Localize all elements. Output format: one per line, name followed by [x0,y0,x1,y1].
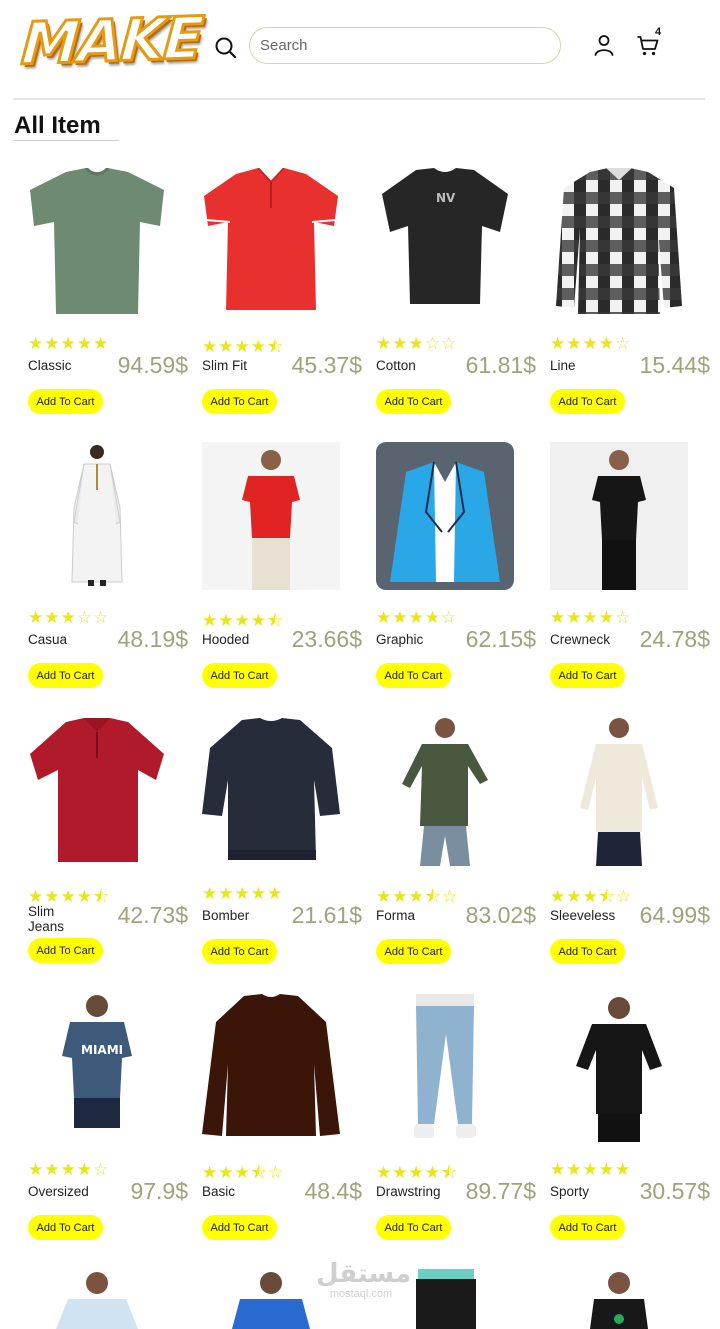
product-card[interactable]: ★★★★⯪ Hooded 23.66$ Add To Cart [202,442,376,712]
product-card[interactable]: ★★★★⯪ Slim Fit 45.37$ Add To Cart [202,168,376,438]
add-to-cart-button[interactable]: Add To Cart [550,1215,625,1240]
product-price: 64.99$ [639,902,710,928]
product-image[interactable] [202,442,340,590]
product-name: Classic [28,358,72,373]
product-image[interactable]: MIAMI [28,994,166,1142]
product-name: Bomber [202,908,250,923]
product-image[interactable]: NV [376,168,514,316]
add-to-cart-button[interactable]: Add To Cart [550,939,625,964]
product-image[interactable] [376,718,514,866]
rating-stars: ★★★★☆ [550,608,632,627]
product-price: 94.59$ [117,352,188,378]
add-to-cart-button[interactable]: Add To Cart [28,938,103,963]
product-card[interactable]: ★★★⯪☆ Forma 83.02$ Add To Cart [376,718,550,988]
product-image[interactable] [550,1269,688,1329]
product-card[interactable]: ★★★★☆ Crewneck 24.78$ Add To Cart [550,442,720,712]
rating-stars: ★★★★☆ [376,608,458,627]
product-name: Line [550,358,576,373]
product-card[interactable]: ★★★★⯪ Slim Jeans 42.73$ Add To Cart [28,718,202,988]
add-to-cart-button[interactable]: Add To Cart [28,1215,103,1240]
rating-stars: ★★★★★ [28,334,110,353]
add-to-cart-button[interactable]: Add To Cart [202,389,277,414]
add-to-cart-button[interactable]: Add To Cart [376,939,451,964]
product-price: 42.73$ [117,902,188,928]
product-name: Hooded [202,632,250,647]
product-price: 62.15$ [465,626,536,652]
rating-stars: ★★★☆☆ [28,608,110,627]
svg-text:NV: NV [436,191,456,205]
product-image[interactable] [550,442,688,590]
product-name: Slim Fit [202,358,247,373]
add-to-cart-button[interactable]: Add To Cart [28,663,103,688]
product-image[interactable] [202,718,340,866]
product-image[interactable] [550,168,688,316]
product-card[interactable]: ★★★★☆ Graphic 62.15$ Add To Cart [376,442,550,712]
product-name: Oversized [28,1184,89,1199]
product-name: Crewneck [550,632,611,647]
product-card[interactable]: ★★★⯪☆ Basic 48.4$ Add To Cart [202,994,376,1264]
product-price: 15.44$ [639,352,710,378]
product-card[interactable]: MIAMI ★★★★☆ Oversized 97.9$ Add To Cart [28,994,202,1264]
product-card[interactable]: ★★★★⯪ Drawstring 89.77$ Add To Cart [376,994,550,1264]
svg-text:MIAMI: MIAMI [81,1043,123,1057]
add-to-cart-button[interactable]: Add To Cart [202,1215,277,1240]
add-to-cart-button[interactable]: Add To Cart [202,939,277,964]
rating-stars: ★★★☆☆ [376,334,458,353]
product-image[interactable] [28,168,166,316]
product-price: 45.37$ [291,352,362,378]
product-price: 21.61$ [291,902,362,928]
product-image[interactable] [376,442,514,590]
watermark-latin: mostaql.com [329,1288,393,1300]
product-price: 83.02$ [465,902,536,928]
rating-stars: ★★★★☆ [28,1160,110,1179]
product-image[interactable] [202,168,340,316]
product-name: Cotton [376,358,416,373]
product-price: 24.78$ [639,626,710,652]
add-to-cart-button[interactable]: Add To Cart [550,389,625,414]
product-price: 23.66$ [291,626,362,652]
add-to-cart-button[interactable]: Add To Cart [376,1215,451,1240]
product-name: Slim Jeans [28,904,65,934]
product-grid: ★★★★★ Classic 94.59$ Add To Cart ★★★★⯪ S… [0,0,720,1329]
product-card[interactable]: ★★★★★ Bomber 21.61$ Add To Cart [202,718,376,988]
product-price: 48.19$ [117,626,188,652]
product-image[interactable] [376,994,514,1142]
watermark: مستقل mostaql.com [316,1259,412,1300]
product-image[interactable] [550,994,688,1142]
product-price: 89.77$ [465,1178,536,1204]
product-price: 30.57$ [639,1178,710,1204]
product-image[interactable] [28,718,166,866]
add-to-cart-button[interactable]: Add To Cart [376,663,451,688]
product-name: Sleeveless [550,908,616,923]
product-name: Forma [376,908,416,923]
watermark-arabic: مستقل [316,1259,412,1289]
add-to-cart-button[interactable]: Add To Cart [202,663,277,688]
product-name: Graphic [376,632,424,647]
product-name: Drawstring [376,1184,441,1199]
product-card[interactable]: ★★★★☆ Line 15.44$ Add To Cart [550,168,720,438]
product-image[interactable] [28,442,166,590]
product-card[interactable]: NV ★★★☆☆ Cotton 61.81$ Add To Cart [376,168,550,438]
product-card[interactable]: ★★★☆☆ Casua 48.19$ Add To Cart [28,442,202,712]
product-image[interactable] [28,1269,166,1329]
product-price: 97.9$ [130,1178,188,1204]
product-image[interactable] [550,718,688,866]
add-to-cart-button[interactable]: Add To Cart [376,389,451,414]
add-to-cart-button[interactable]: Add To Cart [550,663,625,688]
rating-stars: ★★★★☆ [550,334,632,353]
rating-stars: ★★★★★ [550,1160,632,1179]
rating-stars: ★★★★★ [202,884,284,903]
product-name: Sporty [550,1184,590,1199]
product-card[interactable]: ★★★★★ Classic 94.59$ Add To Cart [28,168,202,438]
add-to-cart-button[interactable]: Add To Cart [28,389,103,414]
product-name: Basic [202,1184,236,1199]
product-price: 48.4$ [304,1178,362,1204]
product-name: Casua [28,632,68,647]
product-price: 61.81$ [465,352,536,378]
product-card[interactable]: ★★★⯪☆ Sleeveless 64.99$ Add To Cart [550,718,720,988]
product-card[interactable]: ★★★★★ Sporty 30.57$ Add To Cart [550,994,720,1264]
product-image[interactable] [202,994,340,1142]
